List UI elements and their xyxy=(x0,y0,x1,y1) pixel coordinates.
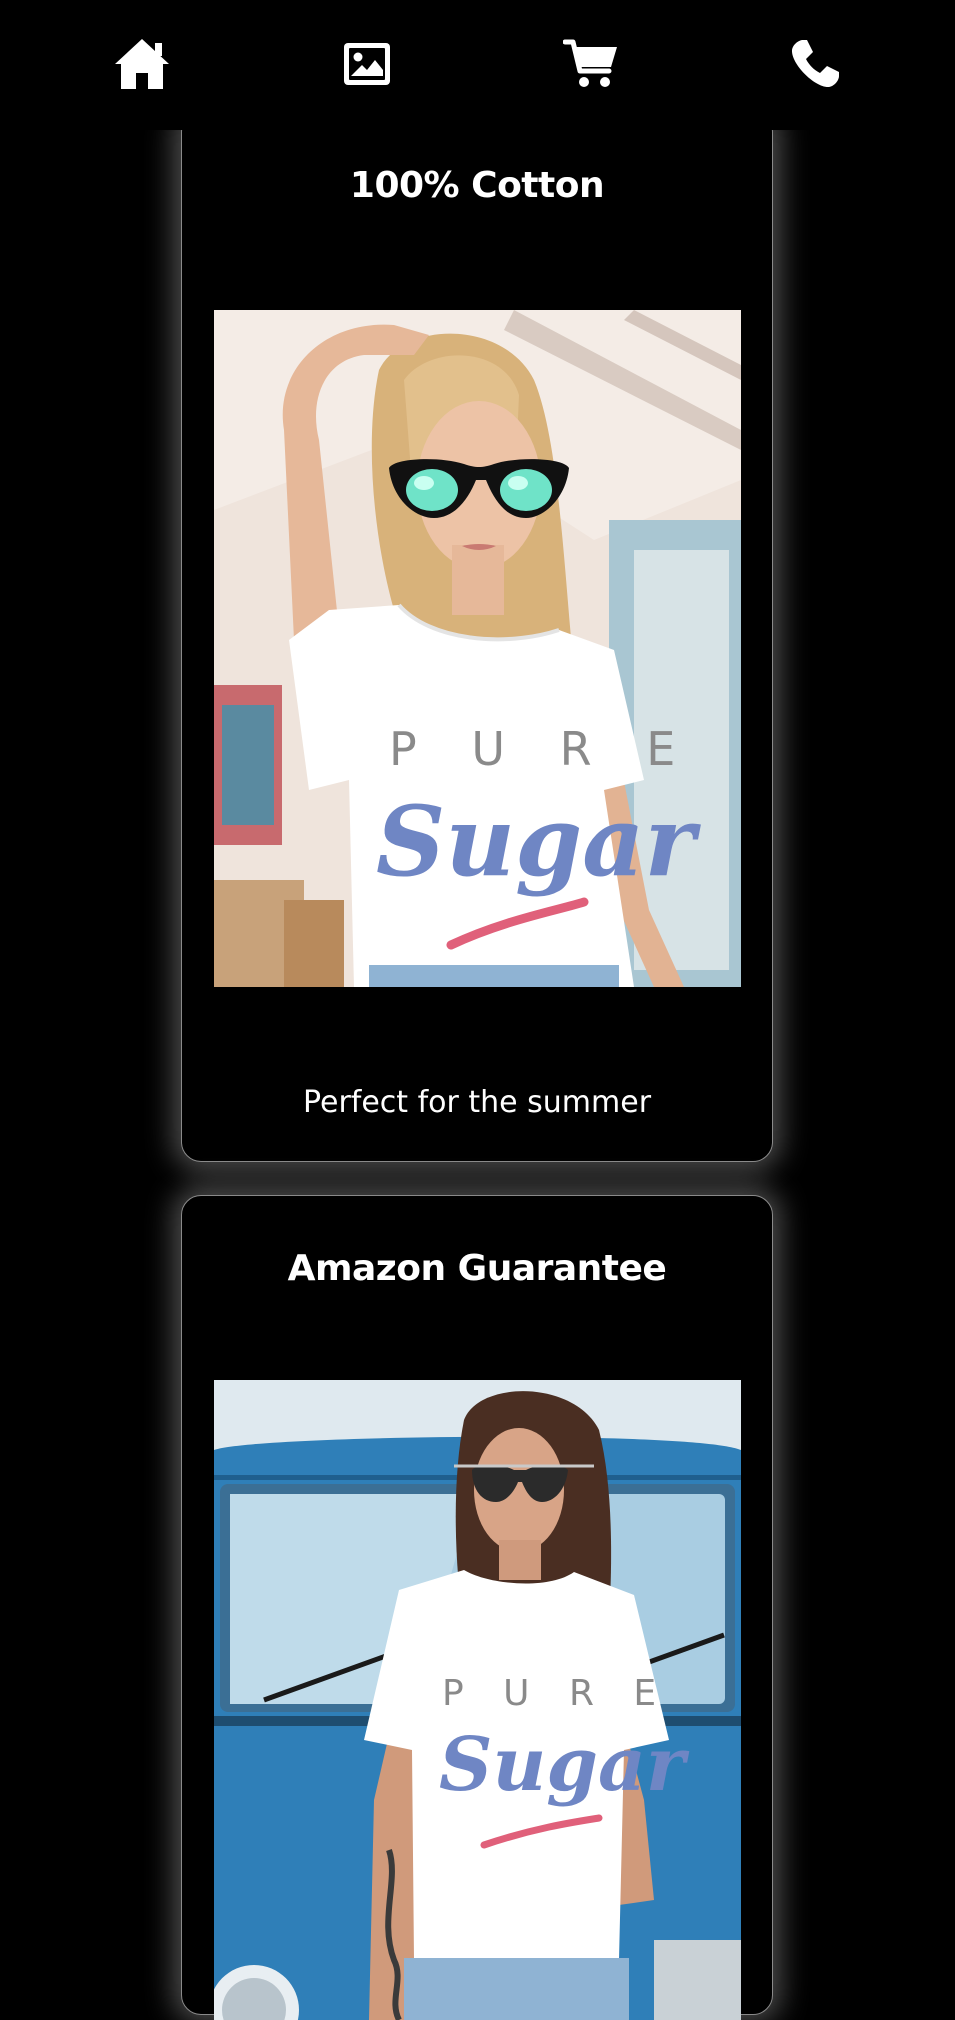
shirt-print-pure: P U R E xyxy=(442,1673,670,1714)
home-icon xyxy=(115,39,169,89)
product-photo-blonde-woman: P U R E Sugar xyxy=(214,310,741,987)
product-photo-woman-blue-van: P U R E Sugar xyxy=(214,1380,741,2020)
nav-gallery-button[interactable] xyxy=(331,28,403,100)
shirt-print-sugar: Sugar xyxy=(376,785,701,898)
nav-home-button[interactable] xyxy=(106,28,178,100)
nav-cart-button[interactable] xyxy=(555,28,627,100)
card-title: Amazon Guarantee xyxy=(287,1248,667,1289)
product-card-cotton: 100% Cotton P U R E Sugar Perfect for th… xyxy=(181,112,773,1162)
product-card-guarantee: Amazon Guarantee P U R E Sugar xyxy=(181,1195,773,2020)
shirt-print-sugar: Sugar xyxy=(439,1722,690,1808)
shopping-cart-icon xyxy=(563,39,617,87)
top-nav xyxy=(0,0,955,130)
shirt-print-pure: P U R E xyxy=(389,722,695,776)
card-caption: Perfect for the summer xyxy=(302,1085,652,1120)
image-icon xyxy=(344,43,390,85)
card-title: 100% Cotton xyxy=(349,165,605,206)
nav-contact-button[interactable] xyxy=(779,28,851,100)
phone-icon xyxy=(791,40,839,88)
